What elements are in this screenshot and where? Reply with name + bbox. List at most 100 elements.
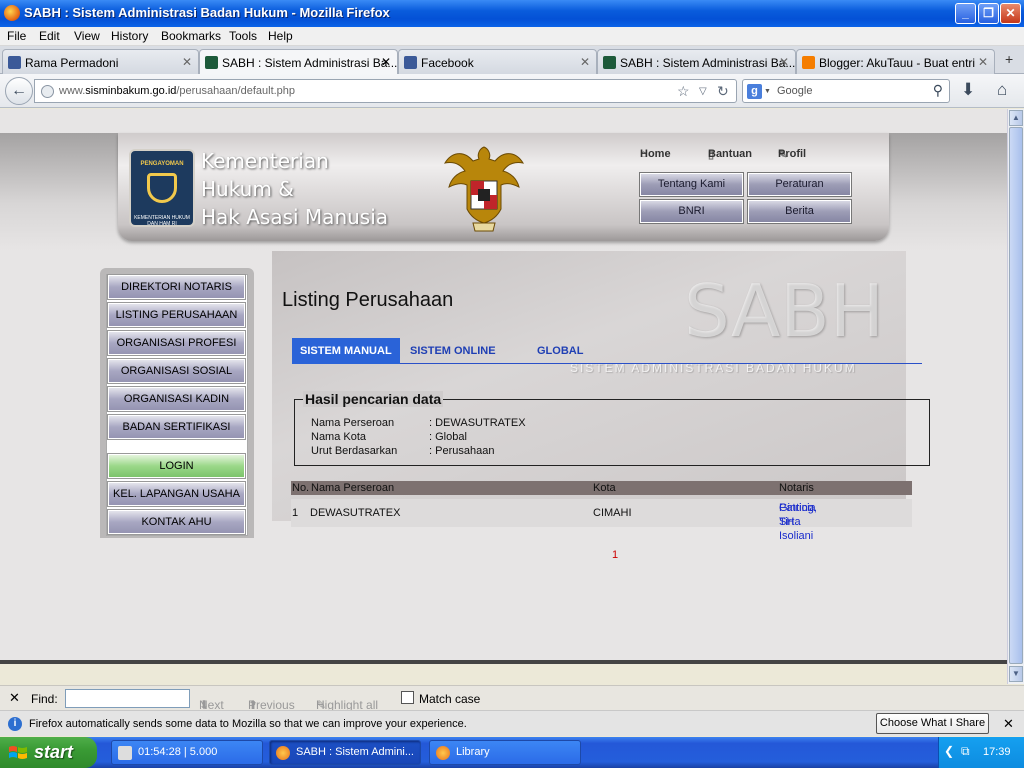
- tab-facebook[interactable]: Facebook ✕: [398, 49, 597, 74]
- scroll-thumb[interactable]: [1009, 127, 1023, 664]
- maximize-button[interactable]: ❐: [978, 3, 999, 24]
- taskbar-item-label: Library: [456, 746, 490, 758]
- menu-bookmarks[interactable]: Bookmarks: [161, 29, 221, 43]
- vertical-scrollbar[interactable]: ▲ ▼: [1007, 109, 1024, 684]
- system-tray: ❮ ⧉ 17:39: [938, 737, 1024, 768]
- tab-sabh-2[interactable]: SABH : Sistem Administrasi Ba... ✕: [597, 49, 796, 74]
- regulations-button[interactable]: Peraturan: [748, 173, 851, 196]
- new-tab-plus-icon[interactable]: +: [1005, 51, 1013, 67]
- tray-expand-icon[interactable]: ❮: [944, 744, 954, 758]
- firefox-icon: [4, 5, 20, 21]
- search-bar[interactable]: g ▼ Google ⚲: [742, 79, 950, 103]
- kemenkumham-logo[interactable]: PENGAYOMAN KEMENTERIAN HUKUM DAN HAM RI: [129, 149, 195, 227]
- firefox-window: SABH : Sistem Administrasi Badan Hukum -…: [0, 0, 1024, 768]
- firefox-icon: [436, 746, 450, 760]
- search-placeholder: Google: [777, 85, 813, 97]
- facebook-icon: [8, 56, 21, 69]
- bnri-button[interactable]: BNRI: [640, 200, 743, 223]
- tab-close-icon[interactable]: ✕: [779, 55, 789, 69]
- tab-label: SABH : Sistem Administrasi Ba...: [620, 56, 796, 70]
- taskbar-item-label: 01:54:28 | 5.000: [138, 746, 218, 758]
- notification-message: Firefox automatically sends some data to…: [29, 718, 467, 730]
- logo-top-text: PENGAYOMAN: [140, 161, 184, 167]
- tab-sabh-active[interactable]: SABH : Sistem Administrasi Ba... ✕: [199, 49, 398, 75]
- ministry-title: Kementerian Hukum & Hak Asasi Manusia: [201, 147, 388, 231]
- choose-what-i-share-button[interactable]: Choose What I Share: [876, 713, 989, 734]
- blogger-icon: [802, 56, 815, 69]
- tab-close-icon[interactable]: ✕: [580, 55, 590, 69]
- info-icon: i: [8, 717, 22, 731]
- site-header: PENGAYOMAN KEMENTERIAN HUKUM DAN HAM RI …: [118, 133, 889, 241]
- tab-label: Facebook: [421, 56, 474, 70]
- news-button[interactable]: Berita: [748, 200, 851, 223]
- tab-close-icon[interactable]: ✕: [978, 55, 988, 69]
- taskbar-clock[interactable]: 17:39: [983, 746, 1011, 758]
- find-bar: ✕ Find: ⬇ Next ⬆ Previous ✎ Highlight al…: [0, 685, 1024, 712]
- garuda-pancasila-icon: [443, 146, 525, 232]
- tab-label: Blogger: AkuTauu - Buat entri: [819, 56, 976, 70]
- main-panel: SABH SISTEM ADMINISTRASI BADAN HUKUM: [272, 251, 906, 521]
- tab-rama-permadoni[interactable]: Rama Permadoni ✕: [2, 49, 199, 74]
- tab-close-icon[interactable]: ✕: [182, 55, 192, 69]
- network-icon[interactable]: ⧉: [961, 744, 970, 759]
- logo-bottom-text: KEMENTERIAN HUKUM DAN HAM RI: [134, 215, 190, 227]
- find-close-icon[interactable]: ✕: [9, 690, 20, 706]
- match-case-checkbox[interactable]: [401, 691, 414, 704]
- globe-icon: [41, 85, 54, 98]
- tab-label: SABH : Sistem Administrasi Ba...: [222, 56, 398, 70]
- sabh-watermark: SABH: [684, 269, 884, 353]
- pengayoman-emblem-icon: [147, 173, 177, 203]
- window-title: SABH : Sistem Administrasi Badan Hukum -…: [24, 5, 390, 20]
- taskbar-item-timer[interactable]: 01:54:28 | 5.000: [111, 740, 263, 765]
- web-content: PENGAYOMAN KEMENTERIAN HUKUM DAN HAM RI …: [0, 109, 1007, 664]
- menu-help[interactable]: Help: [268, 29, 293, 43]
- firefox-icon: [276, 746, 290, 760]
- bookmark-star-icon[interactable]: ☆: [677, 83, 690, 100]
- reload-icon[interactable]: ↻: [717, 83, 729, 100]
- menu-view[interactable]: View: [74, 29, 100, 43]
- minimize-button[interactable]: _: [955, 3, 976, 24]
- scroll-up-icon[interactable]: ▲: [1009, 110, 1023, 126]
- search-engine-dropdown-icon[interactable]: ▼: [764, 88, 771, 95]
- start-label: start: [34, 742, 74, 762]
- about-button[interactable]: Tentang Kami: [640, 173, 743, 196]
- url-bar[interactable]: www.sisminbakum.go.id/perusahaan/default…: [34, 79, 737, 103]
- home-icon[interactable]: ⌂: [997, 80, 1007, 100]
- navigation-bar: ← www.sisminbakum.go.id/perusahaan/defau…: [0, 74, 1024, 108]
- url-text[interactable]: www.sisminbakum.go.id/perusahaan/default…: [59, 85, 295, 97]
- tab-label: Rama Permadoni: [25, 56, 119, 70]
- facebook-icon: [404, 56, 417, 69]
- search-magnifier-icon[interactable]: ⚲: [933, 82, 943, 99]
- menu-tools[interactable]: Tools: [229, 29, 257, 43]
- download-arrow-icon[interactable]: ⬇: [961, 80, 975, 100]
- notification-close-icon[interactable]: ✕: [1003, 716, 1014, 732]
- ministry-title-line3: Hak Asasi Manusia: [201, 205, 389, 229]
- taskbar-item-library[interactable]: Library: [429, 740, 581, 765]
- tab-bar: Rama Permadoni ✕ SABH : Sistem Administr…: [0, 46, 1024, 75]
- close-button[interactable]: ✕: [1000, 3, 1021, 24]
- sabh-icon: [603, 56, 616, 69]
- menu-bar: File Edit View History Bookmarks Tools H…: [0, 27, 1024, 46]
- taskbar-item-label: SABH : Sistem Admini...: [296, 746, 414, 758]
- sabh-icon: [205, 56, 218, 69]
- menu-edit[interactable]: Edit: [39, 29, 60, 43]
- title-bar: SABH : Sistem Administrasi Badan Hukum -…: [0, 0, 1024, 27]
- clock-icon: [118, 746, 132, 760]
- ministry-title-line1: Kementerian: [201, 149, 329, 173]
- taskbar-item-firefox[interactable]: SABH : Sistem Admini...: [269, 740, 421, 765]
- back-arrow-icon[interactable]: ←: [5, 77, 33, 105]
- tab-close-icon[interactable]: ✕: [381, 55, 391, 69]
- start-button[interactable]: start: [0, 737, 97, 768]
- sabh-watermark-subtitle: SISTEM ADMINISTRASI BADAN HUKUM: [570, 361, 857, 375]
- find-input[interactable]: [65, 689, 190, 708]
- tab-blogger[interactable]: Blogger: AkuTauu - Buat entri ✕: [796, 49, 995, 74]
- dropdown-arrow-icon[interactable]: ▽: [699, 86, 707, 97]
- taskbar: start 01:54:28 | 5.000 SABH : Sistem Adm…: [0, 737, 1024, 768]
- find-label: Find:: [31, 692, 58, 706]
- scroll-down-icon[interactable]: ▼: [1009, 666, 1023, 682]
- google-icon[interactable]: g: [747, 84, 762, 99]
- menu-history[interactable]: History: [111, 29, 148, 43]
- windows-logo-icon: [9, 746, 27, 759]
- menu-file[interactable]: File: [7, 29, 26, 43]
- match-case-label: Match case: [419, 692, 481, 706]
